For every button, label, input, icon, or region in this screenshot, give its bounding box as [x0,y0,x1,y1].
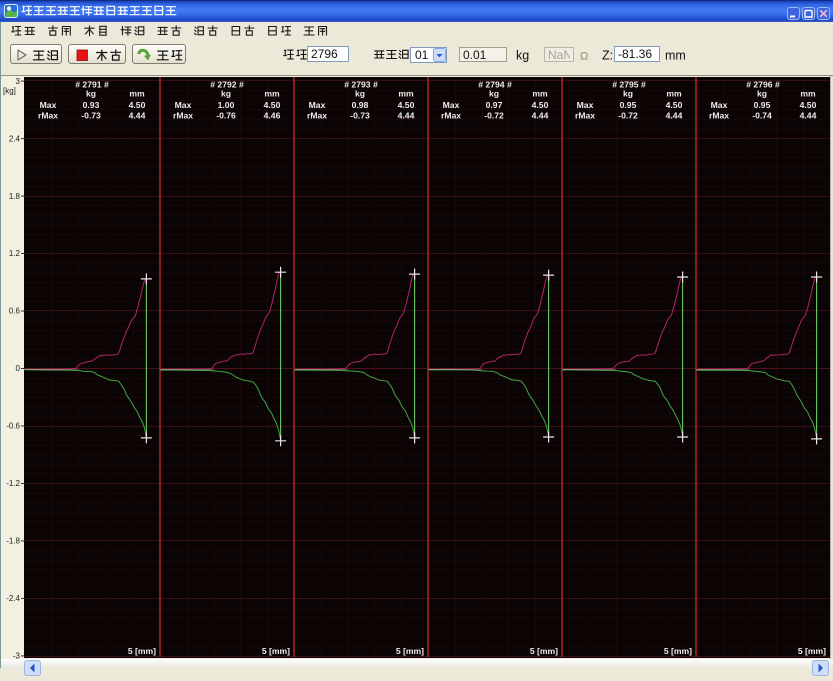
svg-text:0.95: 0.95 [620,100,637,110]
svg-text:kg: kg [516,49,529,63]
svg-text:rMax: rMax [307,110,327,120]
svg-text:5 [mm]: 5 [mm] [262,646,290,656]
svg-text:4.50: 4.50 [398,100,415,110]
svg-text:kg: kg [355,89,365,99]
svg-text:-0.6: -0.6 [6,422,20,431]
svg-text:Max: Max [309,100,326,110]
svg-text:0.97: 0.97 [486,100,503,110]
svg-text:Max: Max [711,100,728,110]
svg-text:-0.72: -0.72 [484,110,504,120]
svg-text:rMax: rMax [38,110,58,120]
svg-text:-0.74: -0.74 [752,110,772,120]
svg-text:5 [mm]: 5 [mm] [396,646,424,656]
svg-text:0: 0 [16,364,21,373]
svg-text:4.44: 4.44 [666,110,683,120]
svg-text:0.6: 0.6 [9,307,21,316]
svg-text:mm: mm [666,89,682,99]
svg-text:4.50: 4.50 [800,100,817,110]
svg-text:5 [mm]: 5 [mm] [530,646,558,656]
svg-text:1.8: 1.8 [9,192,21,201]
svg-text:1.00: 1.00 [218,100,235,110]
svg-text:-0.73: -0.73 [81,110,101,120]
svg-text:kg: kg [489,89,499,99]
svg-text:5 [mm]: 5 [mm] [798,646,826,656]
svg-text:4.50: 4.50 [129,100,146,110]
svg-text:Max: Max [577,100,594,110]
svg-text:Z:: Z: [602,49,613,63]
svg-text:mm: mm [129,89,145,99]
svg-text:-0.76: -0.76 [216,110,236,120]
svg-text:mm: mm [398,89,414,99]
svg-text:mm: mm [532,89,548,99]
svg-text:0.93: 0.93 [83,100,100,110]
svg-text:kg: kg [623,89,633,99]
svg-text:5 [mm]: 5 [mm] [128,646,156,656]
svg-text:rMax: rMax [173,110,193,120]
svg-text:Max: Max [443,100,460,110]
svg-text:rMax: rMax [441,110,461,120]
svg-text:rMax: rMax [575,110,595,120]
svg-text:4.50: 4.50 [666,100,683,110]
svg-text:4.44: 4.44 [532,110,549,120]
svg-text:kg: kg [86,89,96,99]
svg-text:mm: mm [800,89,816,99]
svg-text:rMax: rMax [709,110,729,120]
svg-text:0.95: 0.95 [754,100,771,110]
svg-text:-2.4: -2.4 [6,594,20,603]
svg-text:4.44: 4.44 [800,110,817,120]
svg-text:-0.73: -0.73 [350,110,370,120]
svg-text:kg: kg [757,89,767,99]
svg-text:4.46: 4.46 [264,110,281,120]
svg-text:5 [mm]: 5 [mm] [664,646,692,656]
svg-text:4.50: 4.50 [264,100,281,110]
svg-text:kg: kg [221,89,231,99]
svg-text:4.44: 4.44 [129,110,146,120]
svg-text:-0.72: -0.72 [618,110,638,120]
svg-text:Ω: Ω [580,51,588,63]
svg-text:[kg]: [kg] [3,87,16,96]
svg-text:0.98: 0.98 [352,100,369,110]
svg-text:3: 3 [16,77,21,86]
svg-text:-1.2: -1.2 [6,479,20,488]
svg-text:-1.8: -1.8 [6,537,20,546]
svg-text:1.2: 1.2 [9,249,21,258]
svg-text:2.4: 2.4 [9,134,21,143]
svg-text:Max: Max [175,100,192,110]
svg-text:Max: Max [40,100,57,110]
svg-text:4.50: 4.50 [532,100,549,110]
svg-text:mm: mm [264,89,280,99]
svg-text:mm: mm [665,49,686,63]
svg-text:4.44: 4.44 [398,110,415,120]
